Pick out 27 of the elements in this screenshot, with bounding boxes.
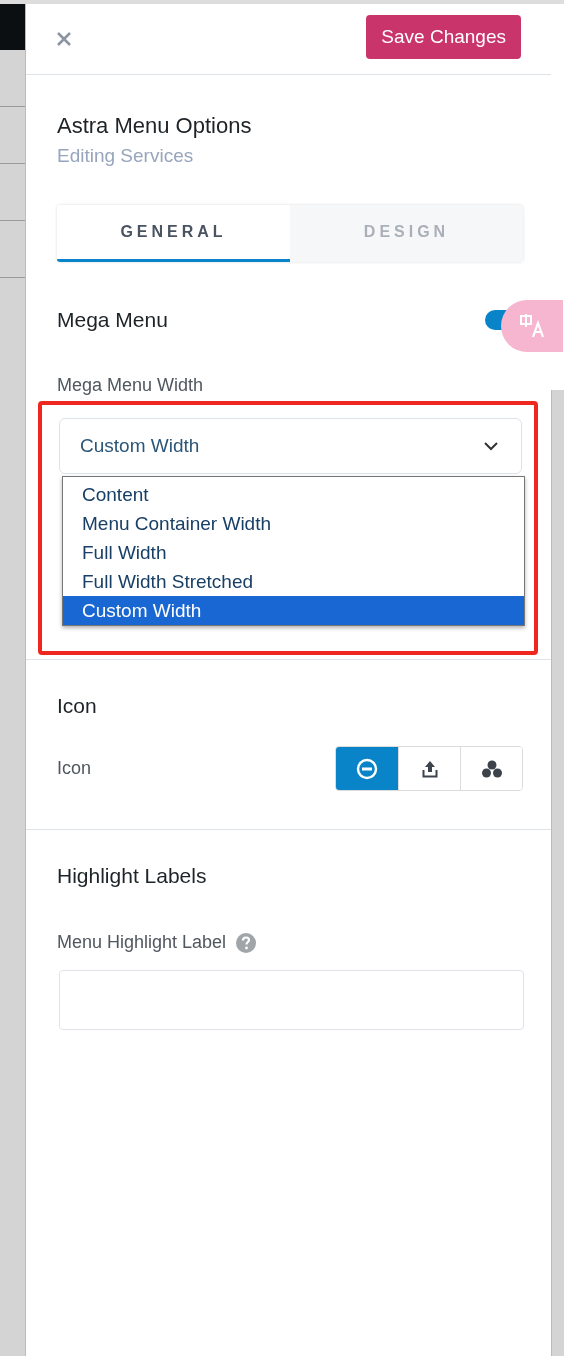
field-label: Icon bbox=[57, 758, 92, 779]
field-label: Menu Highlight Label bbox=[57, 932, 227, 953]
upload-icon bbox=[421, 759, 438, 778]
three-circles-icon bbox=[480, 758, 503, 779]
minus-circle-icon bbox=[356, 757, 378, 780]
dropdown-option[interactable]: Custom Width bbox=[63, 596, 524, 625]
chevron-down-icon bbox=[483, 441, 499, 451]
translate-overlay[interactable] bbox=[501, 300, 563, 352]
section-heading: Icon bbox=[57, 694, 98, 718]
dropdown-option[interactable]: Full Width bbox=[63, 538, 524, 567]
dropdown-option[interactable]: Content bbox=[63, 480, 524, 509]
section-heading: Highlight Labels bbox=[57, 864, 208, 888]
tab[interactable]: GENERAL bbox=[57, 205, 290, 262]
help-icon[interactable] bbox=[236, 932, 257, 953]
dropdown-option[interactable]: Menu Container Width bbox=[63, 509, 524, 538]
save-button[interactable]: Save Changes bbox=[366, 15, 521, 59]
close-icon[interactable] bbox=[56, 31, 72, 47]
input-field[interactable] bbox=[59, 970, 524, 1030]
field-label: Mega Menu Width bbox=[57, 375, 204, 395]
scrollbar[interactable] bbox=[551, 390, 564, 1356]
dropdown-option[interactable]: Full Width Stretched bbox=[63, 567, 524, 596]
width-select[interactable]: Custom Width bbox=[59, 418, 522, 474]
translate-icon bbox=[519, 313, 545, 339]
icon-option-button[interactable] bbox=[460, 747, 522, 790]
section-heading: Mega Menu bbox=[57, 308, 168, 332]
panel-subtitle: Editing Services bbox=[57, 145, 195, 167]
panel-title: Astra Menu Options bbox=[57, 113, 253, 139]
